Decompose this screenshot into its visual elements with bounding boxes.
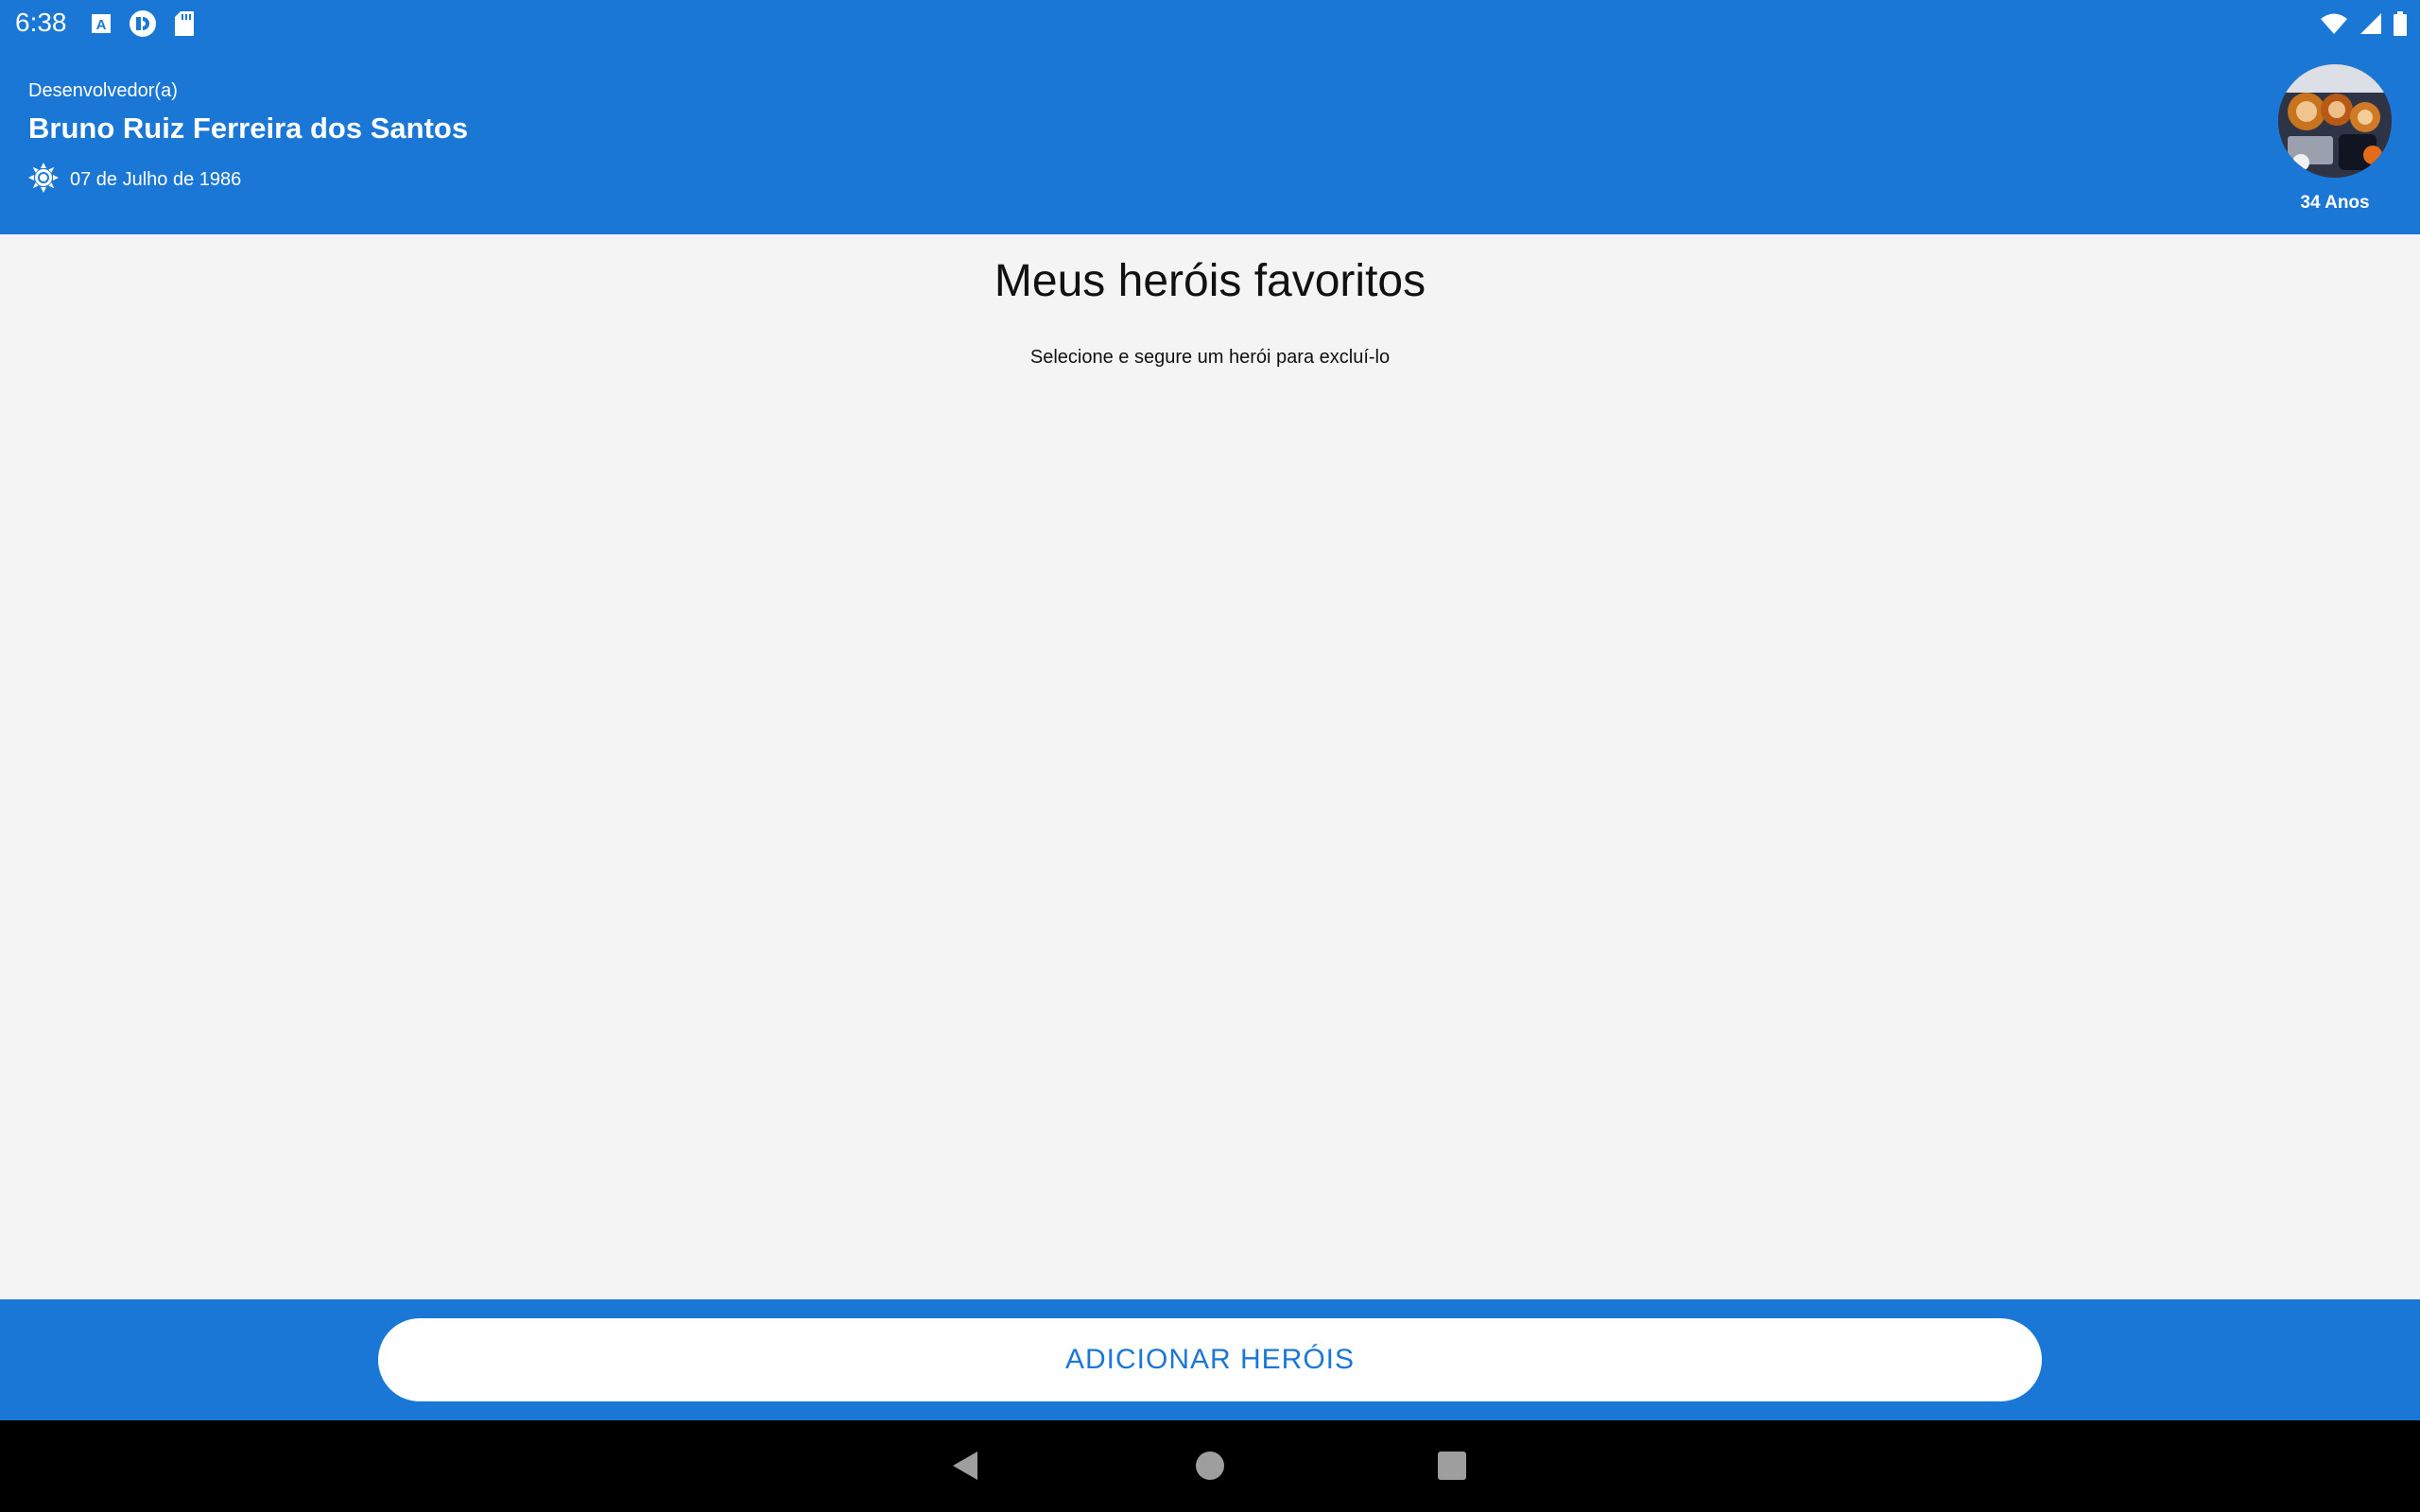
page-subtitle: Selecione e segure um herói para excluí-… bbox=[1029, 347, 1391, 368]
cellular-signal-icon bbox=[2360, 12, 2382, 40]
system-nav-bar bbox=[0, 1420, 2420, 1512]
sd-card-icon bbox=[174, 10, 195, 42]
svg-text:A: A bbox=[96, 17, 107, 33]
battery-icon bbox=[2394, 11, 2407, 41]
home-icon[interactable] bbox=[1191, 1447, 1229, 1485]
status-right-icons bbox=[2320, 11, 2407, 41]
add-heroes-button[interactable]: ADICIONAR HERÓIS bbox=[378, 1318, 2042, 1401]
recents-icon[interactable] bbox=[1433, 1447, 1471, 1485]
profile-age: 34 Anos bbox=[2300, 193, 2370, 213]
bottom-action-bar: ADICIONAR HERÓIS bbox=[0, 1299, 2420, 1420]
status-bar: 6:38 A bbox=[0, 0, 2420, 47]
profile-header: Desenvolvedor(a) Bruno Ruiz Ferreira dos… bbox=[0, 47, 2420, 234]
birth-row: 07 de Julho de 1986 bbox=[28, 163, 241, 198]
birth-date: 07 de Julho de 1986 bbox=[70, 169, 242, 190]
profile-name: Bruno Ruiz Ferreira dos Santos bbox=[28, 112, 469, 145]
status-time: 6:38 bbox=[15, 8, 67, 37]
avatar[interactable] bbox=[2278, 64, 2392, 178]
wifi-icon bbox=[2320, 12, 2348, 40]
page-title: Meus heróis favoritos bbox=[994, 256, 1426, 306]
back-icon[interactable] bbox=[947, 1447, 985, 1485]
a-notification-icon: A bbox=[91, 13, 112, 39]
status-left-icons: A bbox=[91, 9, 195, 43]
sun-icon bbox=[28, 163, 59, 198]
profile-role: Desenvolvedor(a) bbox=[28, 80, 178, 101]
pocket-casts-icon bbox=[129, 9, 157, 43]
